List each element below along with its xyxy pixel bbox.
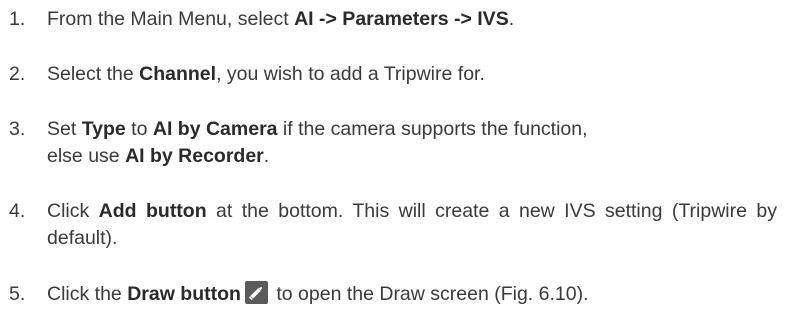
menu-path-label: AI -> Parameters -> IVS <box>294 8 509 30</box>
step-text-segment: to open the Draw screen (Fig. 6.10). <box>270 283 589 305</box>
step-number: 4. <box>9 200 26 222</box>
step-text: Set Type to AI by Camera if the camera s… <box>47 116 777 170</box>
step-text-segment: , you wish to add a Tripwire for. <box>216 63 485 85</box>
step-text-segment: From the Main Menu, select <box>47 8 295 30</box>
step-text-segment: if the camera supports the function, <box>277 118 588 140</box>
draw-button-label: Draw button <box>127 283 241 305</box>
step-text-segment: . <box>508 8 515 30</box>
step-text: Click Add button at the bottom. This wil… <box>47 198 777 252</box>
step-text: Select the Channel, you wish to add a Tr… <box>47 61 777 88</box>
step-text-segment: Click the <box>47 283 128 305</box>
ai-by-camera-label: AI by Camera <box>152 118 278 140</box>
step-text-segment: . <box>263 145 270 167</box>
step-text-segment: else use <box>47 145 126 167</box>
step-text-segment: Set <box>47 118 82 140</box>
step-number: 5. <box>9 283 26 305</box>
ai-by-recorder-label: AI by Recorder <box>125 145 264 167</box>
step-text: From the Main Menu, select AI -> Paramet… <box>47 6 777 33</box>
type-label: Type <box>81 118 126 140</box>
step-number: 2. <box>9 63 26 85</box>
step-text-segment: Select the <box>47 63 140 85</box>
step-text: Click the Draw button to open the Draw s… <box>47 281 777 308</box>
add-button-label: Add button <box>98 200 207 222</box>
step-number: 3. <box>9 118 26 140</box>
step-text-segment: to <box>125 118 153 140</box>
channel-label: Channel <box>139 63 217 85</box>
step-text-segment: Click <box>47 200 99 222</box>
step-number: 1. <box>9 8 26 30</box>
pencil-edit-icon <box>244 281 268 304</box>
